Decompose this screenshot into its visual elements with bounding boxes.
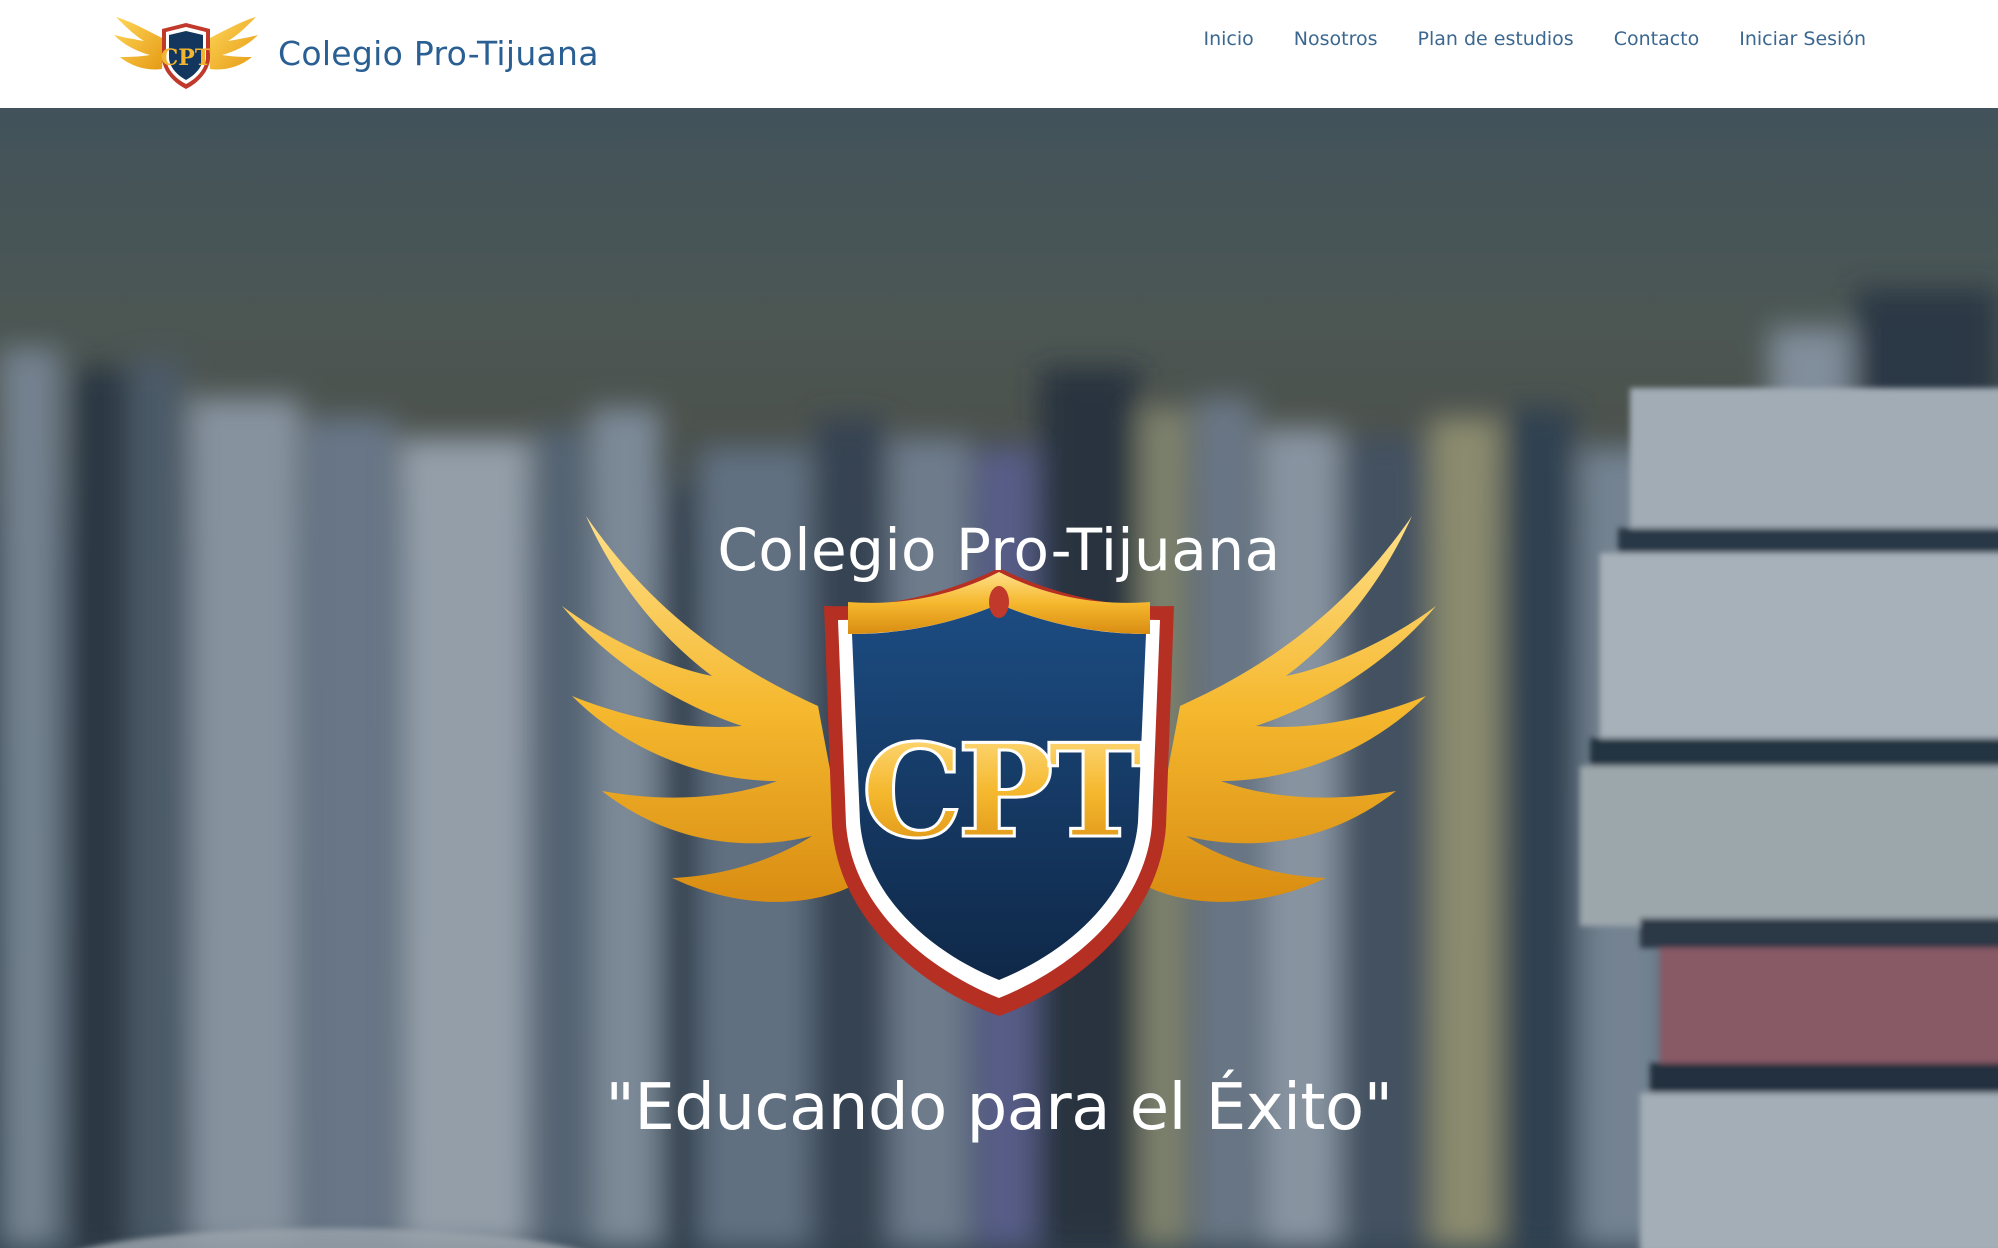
hero-tagline: "Educando para el Éxito" — [605, 1071, 1393, 1145]
nav-plan-de-estudios[interactable]: Plan de estudios — [1418, 28, 1574, 50]
cpt-emblem-icon: CPT — [562, 516, 1436, 1016]
nav-contacto[interactable]: Contacto — [1614, 28, 1700, 50]
nav-nosotros[interactable]: Nosotros — [1294, 28, 1378, 50]
brand-home-link[interactable]: CPT Colegio Pro-Tijuana — [112, 10, 599, 96]
cpt-logo-icon: CPT — [114, 17, 258, 89]
site-header: CPT Colegio Pro-Tijuana Inicio Nosotros … — [0, 0, 1998, 108]
main-nav: Inicio Nosotros Plan de estudios Contact… — [1203, 28, 1866, 50]
hero-title: Colegio Pro-Tijuana — [717, 516, 1281, 584]
nav-iniciar-sesion[interactable]: Iniciar Sesión — [1739, 28, 1866, 50]
nav-inicio[interactable]: Inicio — [1203, 28, 1253, 50]
svg-text:CPT: CPT — [161, 45, 212, 71]
hero-section: Colegio Pro-Tijuana CPT "Educando para e… — [0, 108, 1998, 1248]
brand-name: Colegio Pro-Tijuana — [278, 33, 599, 73]
svg-text:CPT: CPT — [861, 717, 1141, 867]
